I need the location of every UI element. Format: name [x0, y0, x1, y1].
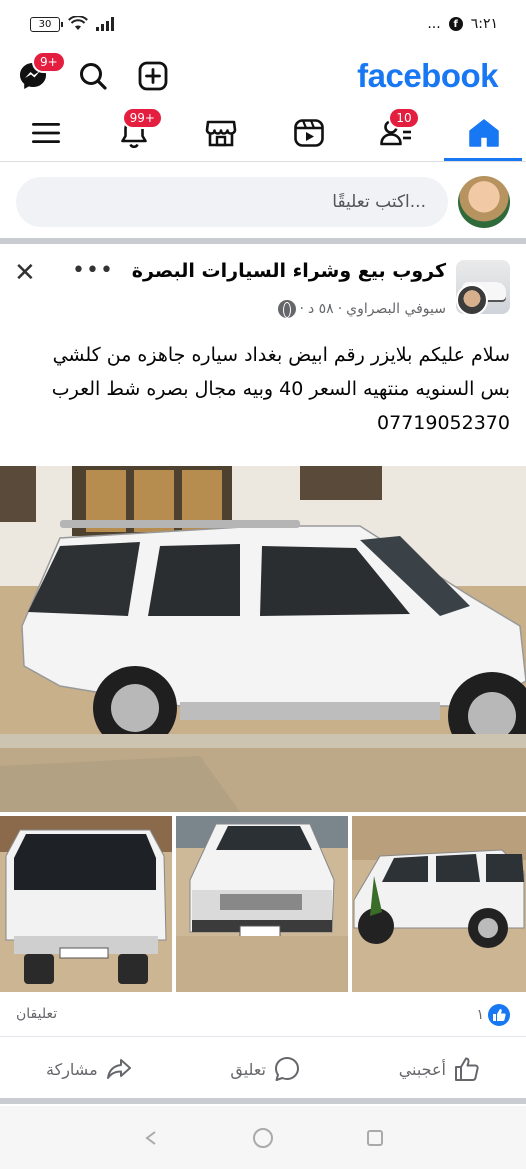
- post-photo-4[interactable]: [352, 816, 526, 992]
- post-photo-2[interactable]: [0, 816, 172, 992]
- suv-side-photo: [352, 816, 526, 992]
- suv-front-photo: [176, 816, 348, 992]
- search-icon: [80, 63, 107, 90]
- author-avatar[interactable]: [456, 284, 488, 316]
- post-time: ٥٨ د: [307, 301, 334, 317]
- friends-badge: 10: [388, 106, 420, 129]
- thumbs-up-icon: [455, 1057, 479, 1081]
- status-left: 30: [30, 16, 114, 32]
- post-photo-main[interactable]: [0, 466, 526, 812]
- battery-icon: 30: [30, 16, 63, 32]
- meta-separator: ·: [337, 301, 343, 317]
- likes-summary[interactable]: ١: [476, 1004, 510, 1026]
- reactions-divider: [0, 1036, 526, 1037]
- marketplace-icon: [205, 120, 237, 146]
- signal-icon: [96, 17, 114, 31]
- tab-marketplace[interactable]: [201, 113, 241, 153]
- tab-home[interactable]: [464, 113, 504, 153]
- app-header: 9+ facebook: [0, 48, 526, 104]
- back-chevron-icon[interactable]: [141, 1128, 161, 1148]
- post-text-line: بس السنويه منتهيه السعر 40 وبيه مجال بصر…: [51, 378, 510, 400]
- tab-video[interactable]: [289, 113, 329, 153]
- facebook-logo[interactable]: facebook: [357, 57, 498, 95]
- close-icon[interactable]: ✕: [14, 258, 36, 288]
- white-suv-photo: [0, 466, 526, 812]
- create-post-button[interactable]: [136, 59, 170, 93]
- search-button[interactable]: [76, 59, 110, 93]
- post-actions: مشاركة تعليق أعجبني: [0, 1044, 526, 1094]
- post-body: سلام عليكم بلايزر رقم ابيض بغداد سياره ج…: [10, 338, 510, 440]
- wifi-icon: [68, 16, 88, 30]
- like-button[interactable]: أعجبني: [399, 1056, 480, 1082]
- clock: ٦:٢١: [470, 16, 498, 32]
- facebook-notification-icon: f: [448, 17, 463, 31]
- comment-input[interactable]: اكتب تعليقًا...: [16, 177, 448, 227]
- header-actions: 9+: [16, 51, 170, 93]
- tab-menu[interactable]: [26, 113, 66, 153]
- recents-square-icon[interactable]: [365, 1128, 385, 1148]
- post-text-line: سلام عليكم بلايزر رقم ابيض بغداد سياره ج…: [52, 344, 510, 366]
- video-icon: [293, 118, 324, 147]
- notifications-badge: 99+: [121, 106, 163, 129]
- suv-rear-photo: [0, 816, 172, 992]
- meta-separator: ·: [299, 301, 304, 317]
- comment-label: تعليق: [230, 1059, 266, 1079]
- tab-notifications[interactable]: 99+: [114, 106, 163, 153]
- group-name-link[interactable]: كروب بيع وشراء السيارات البصرة: [132, 260, 446, 282]
- status-more-dots: ...: [427, 16, 441, 32]
- battery-level: 30: [38, 18, 52, 30]
- messenger-button[interactable]: 9+: [16, 51, 66, 93]
- home-circle-icon[interactable]: [251, 1126, 275, 1150]
- actions-divider: [0, 1098, 526, 1104]
- share-icon: [106, 1059, 131, 1079]
- comment-icon: [274, 1057, 299, 1081]
- post-phone-number[interactable]: 07719052370: [10, 406, 510, 440]
- like-label: أعجبني: [398, 1059, 446, 1079]
- comment-placeholder: اكتب تعليقًا...: [332, 192, 426, 212]
- reactions-summary: تعليقان ١: [0, 998, 526, 1034]
- share-label: مشاركة: [46, 1059, 98, 1079]
- post-header: ✕ ••• كروب بيع وشراء السيارات البصرة سيو…: [0, 248, 526, 330]
- author-name[interactable]: سيوفي البصراوي: [346, 301, 446, 317]
- avatar[interactable]: [458, 176, 510, 228]
- home-icon: [469, 118, 499, 147]
- comment-composer: اكتب تعليقًا...: [0, 166, 526, 238]
- more-options-button[interactable]: •••: [72, 258, 114, 283]
- globe-icon: [277, 300, 296, 318]
- comments-count[interactable]: تعليقان: [16, 1006, 57, 1022]
- likes-count: ١: [476, 1007, 484, 1023]
- facebook-feed-screen: 30 ... f ٦:٢١ 9+ facebook 99+ 10 اكتب تع…: [0, 0, 526, 1169]
- nav-tabs: 99+ 10: [0, 104, 526, 162]
- hamburger-icon: [32, 122, 60, 143]
- section-divider: [0, 238, 526, 244]
- plus-square-icon: [138, 61, 168, 91]
- status-bar: 30 ... f ٦:٢١: [0, 0, 526, 48]
- share-button[interactable]: مشاركة: [46, 1057, 132, 1081]
- comment-button[interactable]: تعليق: [230, 1056, 300, 1082]
- like-reaction-icon: [488, 1004, 510, 1026]
- status-right: ... f ٦:٢١: [427, 16, 498, 32]
- messenger-badge: 9+: [32, 51, 66, 73]
- post-meta: سيوفي البصراوي · ٥٨ د ·: [277, 300, 446, 318]
- active-tab-indicator: [444, 158, 522, 161]
- system-nav-bar: [0, 1106, 526, 1169]
- post-photo-3[interactable]: [176, 816, 348, 992]
- tab-friends[interactable]: 10: [376, 106, 420, 153]
